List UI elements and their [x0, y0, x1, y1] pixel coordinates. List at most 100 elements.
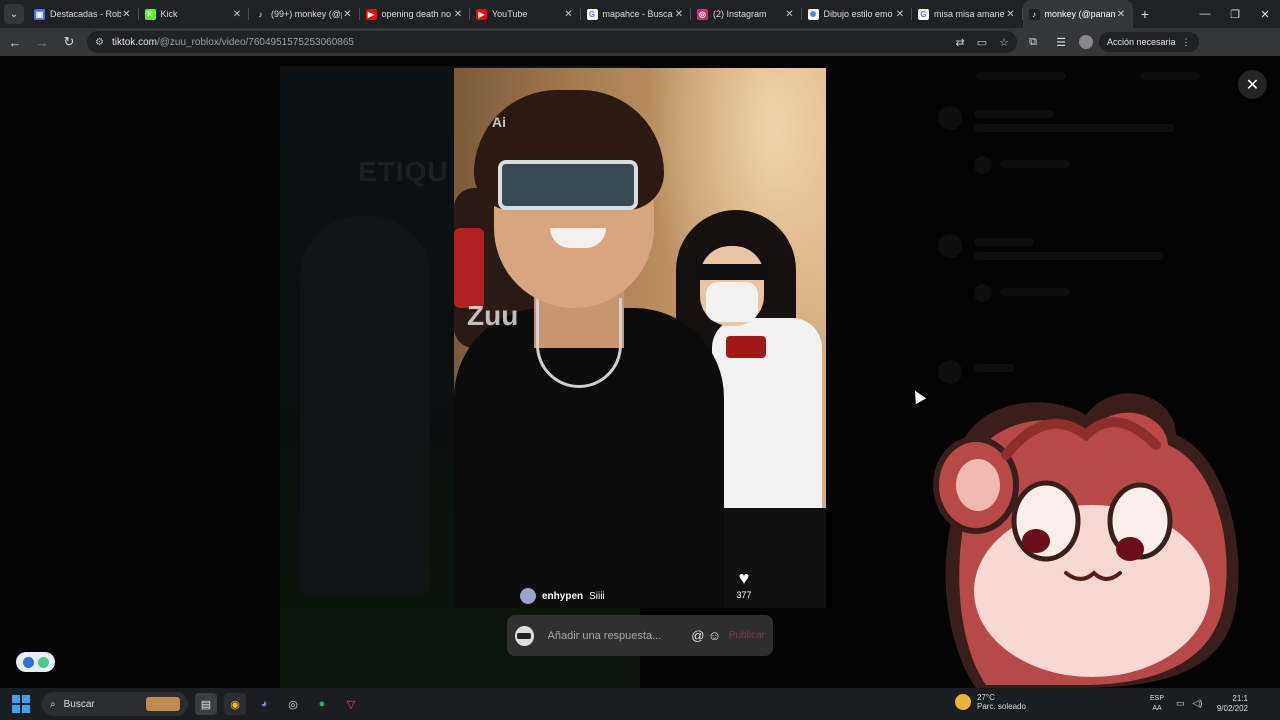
volume-icon[interactable]: ◁)	[1193, 698, 1203, 709]
minimize-button[interactable]: —	[1190, 0, 1220, 28]
more-vertical-icon: ⋮	[1181, 36, 1191, 47]
video-player[interactable]: Ai Zuu enhypen Siiii ♥ 377	[454, 68, 826, 608]
tab-title: Kick	[160, 9, 178, 19]
valorant-icon[interactable]: ▽	[340, 693, 362, 715]
cast-icon[interactable]: ▭	[977, 36, 987, 49]
tab-close-icon[interactable]: ✕	[1115, 9, 1127, 20]
publish-button[interactable]: Publicar	[729, 630, 765, 641]
reading-list-icon[interactable]: ☰	[1049, 30, 1073, 54]
avatar	[520, 588, 536, 604]
tab-3[interactable]: ▶ opening death no ✕	[360, 0, 471, 28]
sunglasses	[498, 160, 638, 210]
tab-close-icon[interactable]: ✕	[894, 9, 906, 20]
tab-2[interactable]: ♪ (99+) monkey (@p ✕	[249, 0, 360, 28]
language-indicator[interactable]: ESP AA	[1150, 694, 1164, 714]
heart-icon: ♥	[738, 568, 750, 588]
kick-icon: K	[144, 8, 156, 20]
comment-text: Siiii	[589, 590, 605, 602]
arrow-right-icon: →	[35, 34, 49, 50]
spotify-icon[interactable]: ●	[311, 693, 333, 715]
tab-title: YouTube	[492, 9, 528, 19]
profile-avatar[interactable]	[1079, 35, 1093, 49]
reply-input[interactable]	[547, 629, 690, 642]
tab-close-icon[interactable]: ✕	[563, 9, 575, 20]
tab-close-icon[interactable]: ✕	[673, 9, 685, 20]
play-icon	[22, 656, 34, 668]
chrome-icon[interactable]: ◉	[224, 693, 246, 715]
windows-taskbar: ⌕ Buscar ▤ ◉ ◕ ◎ ● ▽ 27°C Parc. soleado …	[0, 688, 1280, 720]
tab-5[interactable]: Gmapahce - Buscar ✕	[581, 0, 692, 28]
back-button[interactable]: ←	[3, 30, 27, 54]
weather-desc: Parc. soleado	[977, 702, 1026, 711]
chevron-down-icon: ⌄	[9, 8, 19, 20]
mention-icon[interactable]: @	[690, 628, 707, 643]
taskbar-search-label: Buscar	[63, 698, 95, 710]
instagram-icon: ◎	[697, 8, 708, 20]
tab-close-icon[interactable]: ✕	[342, 9, 354, 20]
url-host: tiktok.com	[111, 36, 157, 48]
bookmark-star-icon[interactable]: ☆	[999, 36, 1009, 49]
system-tray: ▭ ◁)	[1176, 698, 1202, 709]
youtube-icon: ▶	[476, 8, 487, 20]
address-bar[interactable]: ⚙ tiktok.com/@zuu_roblox/video/760495157…	[87, 31, 1017, 53]
tab-list: ▣ Destacadas - Robl ✕ K Kick ✕ ♪ (99+) monkey (…	[28, 0, 1133, 28]
tab-close-icon[interactable]: ✕	[1005, 9, 1017, 20]
site-settings-icon[interactable]: ⚙	[95, 37, 104, 48]
tab-title: (2) Instagram	[713, 9, 767, 19]
tab-title: misa misa amane	[934, 9, 1005, 19]
weather-widget[interactable]: 27°C Parc. soleado	[955, 693, 1026, 711]
tab-title: opening death no	[381, 9, 452, 19]
close-window-button[interactable]: ✕	[1250, 0, 1280, 28]
close-video-button[interactable]: ✕	[1238, 70, 1267, 99]
clock[interactable]: 21:1 9/02/202	[1214, 694, 1248, 714]
monkey-avatar-overlay	[933, 393, 1239, 688]
tab-close-icon[interactable]: ✕	[121, 9, 133, 20]
extension-widget[interactable]	[16, 652, 55, 672]
reload-button[interactable]: ↻	[57, 30, 81, 54]
sun-icon	[955, 694, 971, 710]
sunglasses	[694, 264, 770, 280]
tab-0[interactable]: ▣ Destacadas - Robl ✕	[28, 0, 139, 28]
comment-overlay[interactable]: enhypen Siiii	[520, 588, 605, 604]
tab-title: mapahce - Buscar	[602, 9, 674, 19]
window-controls: — ❐ ✕	[1190, 0, 1280, 28]
action-required-label: Acción necesaria	[1107, 37, 1176, 47]
action-required-button[interactable]: Acción necesaria ⋮	[1099, 32, 1199, 52]
new-tab-button[interactable]: +	[1133, 6, 1157, 22]
tab-title: monkey (@panam	[1044, 9, 1116, 19]
clock-date: 9/02/202	[1216, 704, 1248, 713]
tab-1[interactable]: K Kick ✕	[139, 0, 250, 28]
emoji-icon[interactable]: ☺	[706, 628, 723, 643]
network-icon[interactable]: ▭	[1176, 698, 1185, 709]
url-path: /@zuu_roblox/video/7604951575253060865	[156, 36, 354, 48]
tab-close-icon[interactable]: ✕	[784, 9, 796, 20]
tab-search-button[interactable]: ⌄	[4, 4, 24, 24]
extensions-icon[interactable]: ⧉	[1021, 30, 1045, 54]
discord-icon[interactable]: ◕	[253, 693, 275, 715]
google-icon: G	[586, 8, 598, 20]
tiktok-icon: ♪	[255, 8, 266, 20]
address-bar-actions: ⇄ ▭ ☆	[956, 36, 1010, 49]
tab-4[interactable]: ▶ YouTube ✕	[470, 0, 581, 28]
comment-username: enhypen	[542, 590, 584, 602]
file-explorer-icon[interactable]: ▤	[195, 693, 217, 715]
like-button[interactable]: ♥ 377	[732, 568, 756, 600]
roblox-icon: ▣	[34, 8, 45, 20]
tab-6[interactable]: ◎ (2) Instagram ✕	[691, 0, 802, 28]
translate-icon[interactable]: ⇄	[956, 36, 965, 49]
tab-close-icon[interactable]: ✕	[231, 9, 243, 20]
watermark-username: Zuu	[467, 300, 519, 331]
obs-icon[interactable]: ◎	[282, 693, 304, 715]
tab-7[interactable]: ✺ Dibujo estilo emo ✕	[802, 0, 913, 28]
tab-close-icon[interactable]: ✕	[452, 9, 464, 20]
start-button[interactable]	[12, 695, 30, 713]
face-mask	[706, 282, 758, 322]
tab-9[interactable]: ♪ monkey (@panam ✕	[1022, 0, 1133, 28]
taskbar-search[interactable]: ⌕ Buscar	[42, 692, 188, 716]
power-icon	[37, 656, 49, 668]
restore-button[interactable]: ❐	[1220, 0, 1250, 28]
tab-8[interactable]: Gmisa misa amane ✕	[912, 0, 1023, 28]
close-icon: ✕	[1245, 76, 1260, 94]
forward-button[interactable]: →	[30, 30, 54, 54]
search-highlight-image	[146, 697, 180, 711]
